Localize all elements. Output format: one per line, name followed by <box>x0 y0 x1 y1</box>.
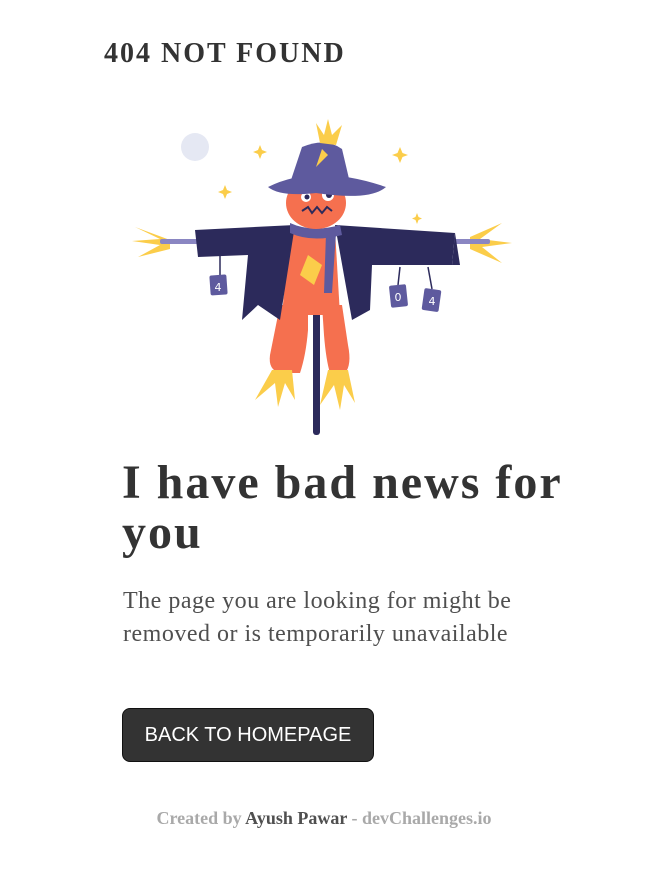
page-headline: I have bad news for you <box>122 456 562 559</box>
site-logo[interactable]: 404 NOT FOUND <box>104 36 346 72</box>
moon-icon <box>181 133 209 161</box>
coat <box>195 225 295 320</box>
svg-text:0: 0 <box>395 291 402 304</box>
footer-prefix: Created by <box>156 808 242 828</box>
footer-credits: Created by Ayush Pawar - devChallenges.i… <box>0 806 648 830</box>
svg-text:4: 4 <box>429 295 436 308</box>
page-description: The page you are looking for might be re… <box>123 588 512 647</box>
footer-site-link[interactable]: devChallenges.io <box>362 808 492 828</box>
footer-separator: - <box>351 808 358 828</box>
pole <box>313 303 320 435</box>
svg-text:4: 4 <box>215 281 222 294</box>
right-leg <box>322 305 350 373</box>
footer-author-link[interactable]: Ayush Pawar <box>245 808 347 828</box>
scarecrow-illustration: 4 0 4 <box>132 119 512 435</box>
back-to-homepage-button[interactable]: BACK TO HOMEPAGE <box>122 708 374 762</box>
